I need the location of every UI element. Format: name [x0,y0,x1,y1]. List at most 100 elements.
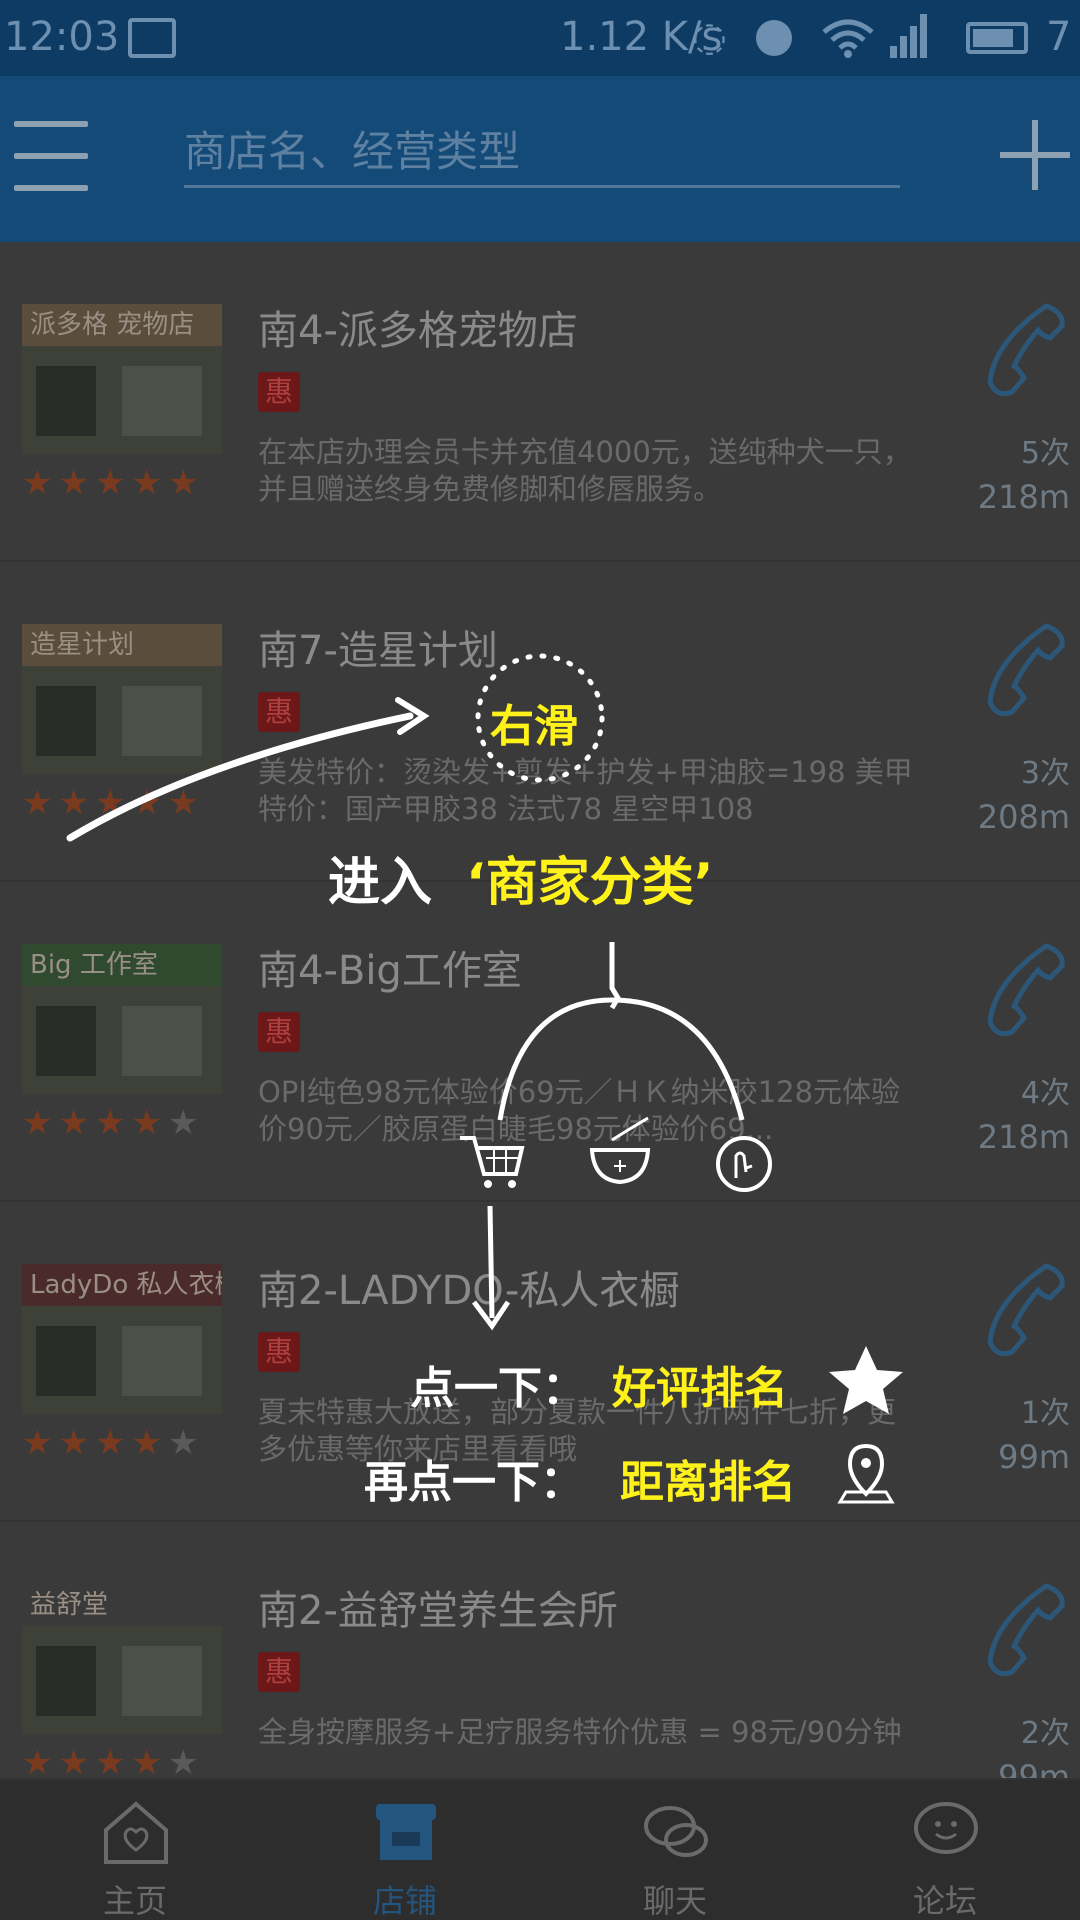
promo-text: OPI纯色98元体验价69元／ＨＫ纳米胶128元体验价90元／胶原蛋白睫毛98元… [258,1075,901,1146]
star-icon: ★ [131,783,162,823]
star-icon: ★ [58,1423,89,1463]
store-name[interactable]: 南4-派多格宠物店 [258,298,578,356]
thumbnail-sign-text: 派多格 宠物店 [22,304,222,346]
star-icon: ★ [22,1103,53,1143]
empty-star-icon: ★ [167,1423,199,1463]
star-icon: ★ [22,783,53,823]
store-thumbnail: 造星计划 [22,624,222,774]
cell-signal-icon [890,12,927,58]
distance: 208m [977,798,1070,836]
star-icon: ★ [131,1103,162,1143]
bottom-tab-bar: 主页 店铺 聊天 论坛 [0,1778,1080,1920]
rating-stars: ★ ★ ★ ★ ★ [22,466,198,500]
star-icon: ★ [94,463,126,503]
half-star-icon: ★ [167,783,199,823]
distance: 99m [998,1758,1070,1778]
star-icon: ★ [22,1423,53,1463]
search-input[interactable] [184,118,900,188]
menu-icon[interactable] [14,121,88,191]
phone-icon[interactable] [984,942,1068,1042]
call-count: 2次 [1020,1716,1070,1751]
tab-label: 论坛 [912,1882,977,1920]
tab-home[interactable]: 主页 [0,1780,270,1920]
tab-forum[interactable]: 论坛 [810,1780,1080,1920]
tab-label: 店铺 [372,1882,437,1920]
store-name[interactable]: 南7-造星计划 [258,618,498,676]
phone-icon[interactable] [984,1262,1068,1362]
star-icon: ★ [94,1743,126,1778]
star-icon: ★ [131,463,162,503]
store-item[interactable]: 派多格 宠物店 ★ ★ ★ ★ ★ 南4-派多格宠物店 惠 在本店办理会员卡并充值400… [0,242,1080,562]
store-thumbnail: Big 工作室 [22,944,222,1094]
store-name[interactable]: 南2-益舒堂养生会所 [258,1578,618,1636]
star-icon: ★ [94,1103,126,1143]
phone-icon[interactable] [984,302,1068,402]
rating-stars: ★ ★ ★ ★ ★ [22,1746,198,1778]
phone-icon[interactable] [984,622,1068,722]
discount-badge: 惠 [258,372,300,412]
discount-badge: 惠 [258,692,300,732]
chat-bubbles-icon [644,1806,708,1857]
tab-store[interactable]: 店铺 [270,1780,540,1920]
rating-stars: ★ ★ ★ ★ ★ [22,1426,198,1460]
store-name[interactable]: 南4-Big工作室 [258,938,522,996]
promo-text: 全身按摩服务+足疗服务特价优惠 = 98元/90分钟 [258,1715,902,1749]
store-icon [376,1804,436,1860]
empty-star-icon: ★ [167,1743,199,1778]
forum-bubble-icon [914,1802,978,1854]
store-item[interactable]: 造星计划 ★ ★ ★ ★ ★ 南7-造星计划 惠 美发特价：烫染发+剪发+护发+甲油胶=… [0,562,1080,882]
sync-icon: ◌ [692,14,727,60]
call-count: 5次 [1020,436,1070,471]
add-icon[interactable] [1000,120,1070,190]
star-icon: ★ [58,463,89,503]
thumbnail-sign-text: 造星计划 [22,624,222,666]
store-thumbnail: 益舒堂 [22,1584,222,1734]
rating-stars: ★ ★ ★ ★ ★ [22,1106,198,1140]
star-icon: ★ [22,463,53,503]
distance: 218m [977,478,1070,516]
distance: 218m [977,1118,1070,1156]
phone-icon[interactable] [984,1582,1068,1682]
promo-text: 夏末特惠大放送，部分夏款一件八折两件七折，更多优惠等你来店里看看哦 [258,1395,897,1466]
thumbnail-sign-text: 益舒堂 [22,1584,222,1626]
promo-text: 在本店办理会员卡并充值4000元，送纯种犬一只，并且赠送终身免费修脚和修唇服务。 [258,435,912,506]
battery-icon [966,22,1028,54]
star-icon: ★ [58,1743,89,1778]
wifi-icon [822,18,874,68]
rating-stars: ★ ★ ★ ★ ★ [22,786,198,820]
discount-badge: 惠 [258,1012,300,1052]
store-item[interactable]: Big 工作室 ★ ★ ★ ★ ★ 南4-Big工作室 惠 OPI纯色98元体验价69元… [0,882,1080,1202]
star-icon: ★ [58,1103,89,1143]
thumbnail-sign-text: LadyDo 私人衣橱 [22,1264,222,1306]
alarm-icon [756,20,792,56]
star-icon: ★ [131,1743,162,1778]
tab-label: 主页 [102,1882,167,1920]
distance: 99m [998,1438,1070,1476]
store-list[interactable]: 派多格 宠物店 ★ ★ ★ ★ ★ 南4-派多格宠物店 惠 在本店办理会员卡并充值400… [0,242,1080,1778]
status-bar: 12:03 1.12 K/s ◌ 7 [0,0,1080,76]
store-thumbnail: LadyDo 私人衣橱 [22,1264,222,1414]
home-heart-icon [104,1801,168,1864]
store-name[interactable]: 南2-LADYDO-私人衣橱 [258,1258,679,1316]
promo-text: 美发特价：烫染发+剪发+护发+甲油胶=198 美甲特价：国产甲胶38 法式78 … [258,755,913,826]
battery-level: 7 [1046,14,1072,60]
discount-badge: 惠 [258,1332,300,1372]
tab-label: 聊天 [642,1882,707,1920]
call-count: 4次 [1020,1076,1070,1111]
store-item[interactable]: LadyDo 私人衣橱 ★ ★ ★ ★ ★ 南2-LADYDO-私人衣橱 惠 夏末特惠大… [0,1202,1080,1522]
thumbnail-sign-text: Big 工作室 [22,944,222,986]
star-icon: ★ [131,1423,162,1463]
call-count: 1次 [1020,1396,1070,1431]
image-notification-icon [128,18,176,58]
call-count: 3次 [1020,756,1070,791]
star-icon: ★ [58,783,89,823]
store-item[interactable]: 益舒堂 ★ ★ ★ ★ ★ 南2-益舒堂养生会所 惠 全身按摩服务+足疗服务特价优惠 =… [0,1522,1080,1778]
half-star-icon: ★ [167,463,199,503]
star-icon: ★ [94,783,126,823]
empty-star-icon: ★ [167,1103,199,1143]
star-icon: ★ [22,1743,53,1778]
star-icon: ★ [94,1423,126,1463]
top-bar [0,76,1080,242]
tab-chat[interactable]: 聊天 [540,1780,810,1920]
store-thumbnail: 派多格 宠物店 [22,304,222,454]
